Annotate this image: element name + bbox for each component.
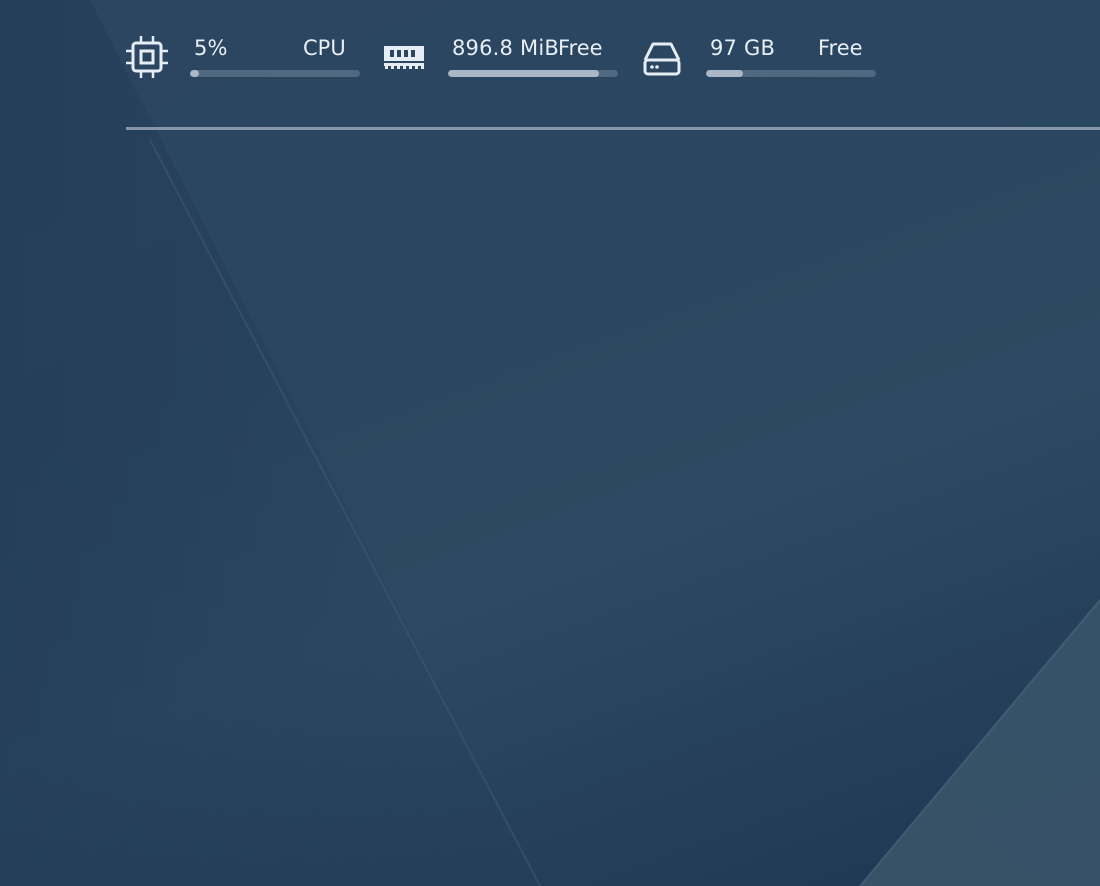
- memory-stat[interactable]: 896.8 MiB Free: [384, 30, 624, 80]
- cpu-usage-bar: [190, 70, 360, 77]
- disk-usage-bar: [706, 70, 876, 77]
- memory-free-label: Free: [558, 36, 603, 60]
- desktop-wallpaper: [0, 0, 1100, 886]
- memory-usage-bar: [448, 70, 618, 77]
- memory-ram-icon: [384, 46, 424, 69]
- cpu-stat[interactable]: 5% CPU: [126, 30, 366, 80]
- disk-stat[interactable]: 97 GB Free: [642, 30, 882, 80]
- memory-usage-bar-fill: [448, 70, 600, 77]
- cpu-usage-bar-fill: [190, 70, 199, 77]
- cpu-label: CPU: [303, 36, 346, 60]
- widget-separator-line: [126, 127, 1100, 130]
- disk-free-label: Free: [818, 36, 863, 60]
- memory-free-value: 896.8 MiB: [452, 36, 559, 60]
- hard-drive-icon: [643, 42, 681, 76]
- disk-usage-bar-fill: [706, 70, 744, 77]
- cpu-chip-icon: [126, 36, 168, 78]
- disk-free-value: 97 GB: [710, 36, 776, 60]
- cpu-usage-value: 5%: [194, 36, 228, 60]
